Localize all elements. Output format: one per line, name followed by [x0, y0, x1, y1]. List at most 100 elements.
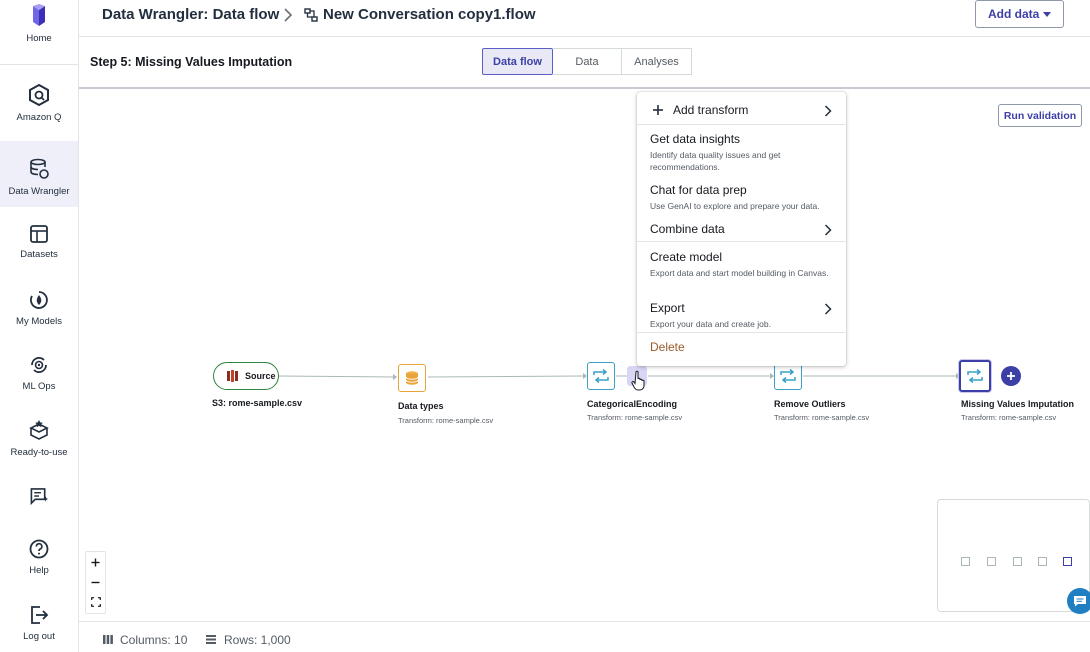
categorical-encoding-node[interactable]	[587, 362, 615, 390]
sidebar-item-help[interactable]: Help	[0, 538, 78, 578]
sidebar-item-label: Help	[29, 565, 49, 576]
amazon-q-icon	[29, 83, 49, 107]
home-logo-icon	[33, 4, 45, 26]
view-tabs: Data flow Data Analyses	[482, 48, 692, 75]
zoom-in-button[interactable]	[86, 552, 105, 572]
menu-item-title: Add transform	[673, 103, 749, 117]
columns-count: Columns: 10	[120, 633, 188, 647]
flow-file-icon	[304, 8, 318, 22]
plus-icon	[1007, 372, 1015, 380]
transform-icon	[593, 369, 609, 383]
tab-label: Analyses	[634, 55, 679, 68]
sidebar-item-prompt[interactable]	[0, 487, 78, 511]
breadcrumb-current: New Conversation copy1.flow	[323, 6, 536, 23]
data-wrangler-icon	[30, 158, 49, 179]
sidebar-item-data-wrangler[interactable]: Data Wrangler	[0, 141, 78, 207]
edge	[427, 375, 584, 378]
menu-item-title: Chat for data prep	[650, 183, 747, 197]
logout-icon	[31, 606, 49, 624]
menu-item-title: Create model	[650, 250, 723, 264]
menu-divider	[637, 124, 846, 125]
sidebar-item-label: ML Ops	[22, 381, 56, 392]
source-node-label: S3: rome-sample.csv	[212, 398, 303, 408]
status-footer: Columns: 10 Rows: 1,000	[79, 621, 1090, 652]
minus-icon	[91, 581, 100, 583]
plus-icon	[91, 558, 100, 566]
tab-data[interactable]: Data	[553, 48, 622, 75]
columns-icon	[103, 635, 113, 644]
minimap-node	[961, 557, 970, 566]
menu-item-get-data-insights[interactable]: Get data insights Identify data quality …	[637, 132, 846, 173]
tab-data-flow[interactable]: Data flow	[482, 48, 553, 75]
step-title: Step 5: Missing Values Imputation	[90, 55, 293, 69]
menu-item-create-model[interactable]: Create model Export data and start model…	[637, 250, 846, 279]
zoom-controls	[85, 551, 106, 614]
node-options-handle[interactable]	[627, 366, 647, 391]
chevron-right-icon	[824, 105, 832, 117]
add-step-button[interactable]	[1001, 366, 1021, 386]
sidebar-item-ml-ops[interactable]: ML Ops	[0, 354, 78, 394]
add-data-button[interactable]: Add data	[975, 0, 1064, 28]
chevron-right-icon	[824, 224, 832, 236]
sidebar-item-label: Home	[26, 33, 52, 44]
menu-item-desc: Export your data and create job.	[650, 319, 771, 329]
sidebar-item-label: Log out	[23, 631, 55, 642]
menu-item-desc: Identify data quality issues and get rec…	[650, 150, 781, 172]
menu-item-title: Combine data	[650, 222, 725, 236]
menu-item-add-transform[interactable]: Add transform	[637, 103, 846, 117]
remove-outliers-node[interactable]	[774, 362, 802, 390]
fit-view-button[interactable]	[86, 592, 105, 612]
prompt-icon	[30, 488, 49, 506]
node-context-menu: Add transform Get data insights Identify…	[637, 92, 846, 366]
chevron-right-icon	[284, 8, 293, 22]
missing-values-imputation-node[interactable]	[959, 360, 991, 392]
sidebar-item-amazon-q[interactable]: Amazon Q	[0, 83, 78, 127]
hand-pointer-icon	[631, 370, 645, 391]
sidebar-item-ready-to-use[interactable]: Ready-to-use	[0, 418, 78, 458]
sidebar-item-label: Data Wrangler	[8, 186, 70, 197]
node-label: Missing Values Imputation	[961, 399, 1075, 409]
app-root: Home Amazon Q Data Wrangler Datasets My …	[0, 0, 1090, 652]
ready-to-use-icon	[29, 420, 49, 440]
chat-help-button[interactable]	[1067, 588, 1090, 614]
tab-label: Data	[575, 55, 599, 68]
my-models-icon	[30, 291, 48, 309]
zoom-out-button[interactable]	[86, 572, 105, 592]
tab-label: Data flow	[493, 55, 542, 68]
rows-count: Rows: 1,000	[224, 633, 291, 647]
sidebar-item-home[interactable]: Home	[0, 4, 78, 62]
menu-item-export[interactable]: Export Export your data and create job.	[637, 301, 846, 330]
node-sub: Transform: rome-sample.csv	[587, 413, 683, 422]
page-header: Data Wrangler: Data flow New Conversatio…	[79, 0, 1090, 37]
help-icon	[29, 539, 49, 559]
data-types-node[interactable]	[398, 364, 426, 392]
menu-item-chat-for-data-prep[interactable]: Chat for data prep Use GenAI to explore …	[637, 183, 846, 212]
minimap-node	[1013, 557, 1022, 566]
menu-item-combine-data[interactable]: Combine data	[637, 222, 846, 236]
menu-divider	[637, 241, 846, 242]
tab-analyses[interactable]: Analyses	[622, 48, 692, 75]
menu-item-desc: Export data and start model building in …	[650, 268, 829, 278]
edge	[278, 375, 394, 378]
sidebar-item-label: Amazon Q	[16, 112, 62, 123]
s3-bucket-icon	[227, 370, 238, 382]
rows-icon	[206, 635, 216, 644]
sidebar-item-logout[interactable]: Log out	[0, 604, 78, 644]
sidebar-item-my-models[interactable]: My Models	[0, 289, 78, 329]
caret-down-icon	[1043, 12, 1051, 17]
menu-item-title: Export	[650, 301, 685, 315]
source-node[interactable]: Source	[213, 362, 279, 390]
menu-item-delete[interactable]: Delete	[637, 340, 846, 354]
minimap-node-selected	[1063, 557, 1072, 566]
sidebar-item-datasets[interactable]: Datasets	[0, 224, 78, 264]
node-sub: Transform: rome-sample.csv	[398, 416, 494, 425]
breadcrumb-root[interactable]: Data Wrangler: Data flow	[102, 6, 279, 23]
plus-icon	[653, 105, 663, 115]
node-label: Data types	[398, 401, 444, 411]
menu-item-title: Delete	[650, 340, 685, 354]
sidebar-item-label: My Models	[16, 316, 62, 327]
sidebar-divider	[0, 64, 78, 65]
edge-arrow	[393, 374, 397, 380]
menu-item-title: Get data insights	[650, 132, 741, 146]
node-sub: Transform: rome-sample.csv	[961, 413, 1057, 422]
